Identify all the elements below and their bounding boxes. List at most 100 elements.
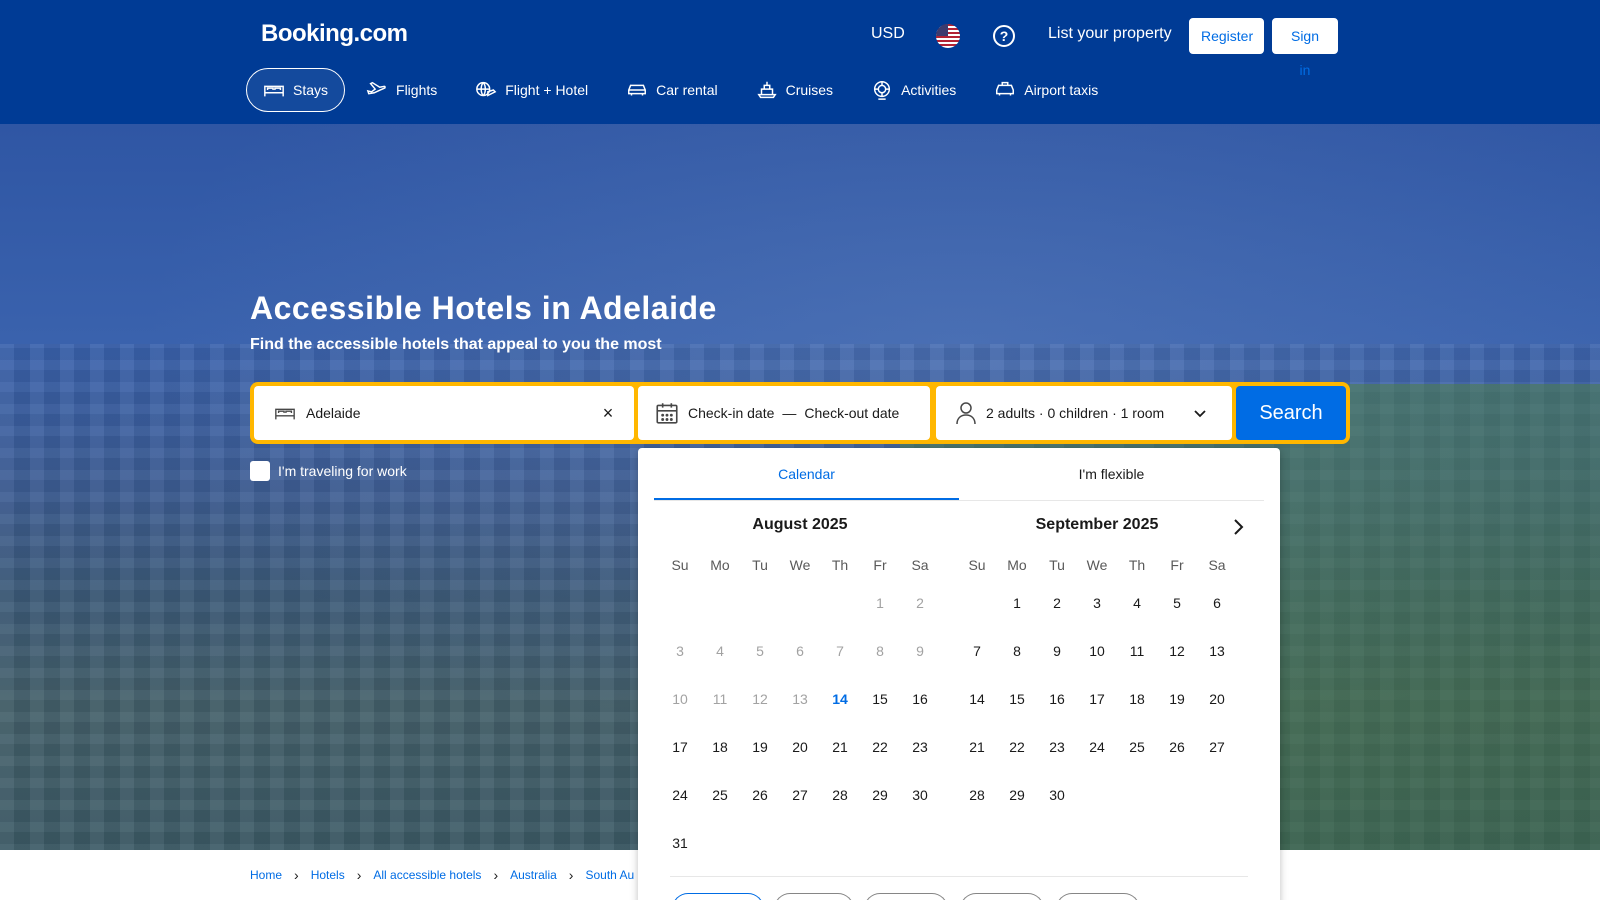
calendar-day[interactable]: 23: [1037, 723, 1077, 771]
calendar-day[interactable]: 31: [660, 819, 700, 867]
calendar-day[interactable]: 3: [1077, 579, 1117, 627]
weekday-label: Mo: [710, 557, 730, 573]
list-property-link[interactable]: List your property: [1048, 25, 1172, 43]
calendar-day[interactable]: 22: [997, 723, 1037, 771]
calendar-day[interactable]: 6: [1197, 579, 1237, 627]
calendar-day[interactable]: 16: [900, 675, 940, 723]
date-picker-popup: Calendar I'm flexible August 2025 Su Mo Tu…: [638, 448, 1280, 900]
work-travel-checkbox[interactable]: [250, 461, 270, 481]
calendar-day[interactable]: 12: [1157, 627, 1197, 675]
breadcrumb: Home › Hotels › All accessible hotels › …: [250, 867, 634, 883]
calendar-day[interactable]: 2: [1037, 579, 1077, 627]
breadcrumb-south-australia[interactable]: South Au: [585, 868, 634, 882]
dates-field[interactable]: Check-in date — Check-out date: [638, 386, 930, 440]
weekday-label: Th: [1128, 557, 1146, 573]
tab-calendar[interactable]: Calendar: [654, 448, 959, 500]
calendar-day[interactable]: 13: [1197, 627, 1237, 675]
attraction-icon: [873, 81, 891, 100]
clear-destination-icon[interactable]: ×: [598, 403, 618, 423]
calendar-day[interactable]: 24: [660, 771, 700, 819]
calendar-day[interactable]: 18: [700, 723, 740, 771]
calendar-day[interactable]: 9: [1037, 627, 1077, 675]
calendar-day[interactable]: 29: [997, 771, 1037, 819]
nav-cruises[interactable]: Cruises: [739, 68, 850, 112]
chevron-down-icon[interactable]: [1192, 405, 1208, 421]
calendar-day[interactable]: 18: [1117, 675, 1157, 723]
date-flex-chip[interactable]: [774, 893, 854, 900]
calendar-day[interactable]: 19: [740, 723, 780, 771]
sign-in-button[interactable]: Sign in: [1272, 18, 1338, 78]
next-month-icon[interactable]: [1226, 515, 1250, 539]
destination-field[interactable]: Adelaide ×: [254, 386, 634, 440]
calendar-day[interactable]: 27: [1197, 723, 1237, 771]
us-flag-icon[interactable]: [936, 24, 960, 48]
ship-icon: [756, 81, 777, 99]
tab-flexible[interactable]: I'm flexible: [959, 448, 1264, 500]
calendar-day[interactable]: 26: [1157, 723, 1197, 771]
destination-input[interactable]: Adelaide: [306, 405, 361, 421]
calendar-day[interactable]: 1: [997, 579, 1037, 627]
calendar-day[interactable]: 26: [740, 771, 780, 819]
calendar-day[interactable]: 16: [1037, 675, 1077, 723]
guests-field[interactable]: 2 adults · 0 children · 1 room: [936, 386, 1232, 440]
search-button[interactable]: Search: [1236, 386, 1346, 440]
calendar-day[interactable]: 5: [1157, 579, 1197, 627]
calendar-day[interactable]: 17: [660, 723, 700, 771]
breadcrumb-accessible-hotels[interactable]: All accessible hotels: [373, 868, 481, 882]
calendar-day[interactable]: 4: [1117, 579, 1157, 627]
nav-car-rental[interactable]: Car rental: [609, 68, 734, 112]
nav-stays[interactable]: Stays: [246, 68, 346, 112]
booking-logo[interactable]: Booking.com: [261, 20, 408, 48]
checkout-date[interactable]: Check-out date: [804, 405, 899, 421]
calendar-day[interactable]: 28: [820, 771, 860, 819]
calendar-day[interactable]: 25: [700, 771, 740, 819]
currency-selector[interactable]: USD: [871, 25, 905, 43]
month-title: September 2025: [1035, 516, 1159, 533]
register-button[interactable]: Register: [1189, 18, 1264, 54]
checkin-date[interactable]: Check-in date: [688, 405, 774, 421]
empty-day-cell: [780, 579, 820, 627]
nav-airport-taxis[interactable]: Airport taxis: [977, 68, 1115, 112]
work-travel-option[interactable]: I'm traveling for work: [250, 461, 407, 481]
calendar-day[interactable]: 22: [860, 723, 900, 771]
calendar-day[interactable]: 10: [1077, 627, 1117, 675]
nav-activities[interactable]: Activities: [854, 68, 973, 112]
nav-flight-hotel[interactable]: Flight + Hotel: [458, 68, 605, 112]
calendar-day[interactable]: 28: [957, 771, 997, 819]
date-flex-chip[interactable]: [1056, 893, 1140, 900]
chevron-right-icon: ›: [356, 867, 362, 883]
nav-flights[interactable]: Flights: [349, 68, 454, 112]
calendar-day[interactable]: 7: [957, 627, 997, 675]
calendar-day[interactable]: 20: [780, 723, 820, 771]
date-flex-chip[interactable]: [960, 893, 1044, 900]
date-picker-tabs: Calendar I'm flexible: [654, 448, 1264, 501]
date-flex-chip[interactable]: [864, 893, 948, 900]
calendar-day[interactable]: 14: [820, 675, 860, 723]
calendar-day[interactable]: 8: [997, 627, 1037, 675]
calendar-day[interactable]: 23: [900, 723, 940, 771]
calendar-day[interactable]: 30: [900, 771, 940, 819]
calendar-day[interactable]: 29: [860, 771, 900, 819]
calendar-day[interactable]: 21: [820, 723, 860, 771]
calendar-day[interactable]: 15: [860, 675, 900, 723]
calendar-day: 1: [876, 595, 884, 611]
breadcrumb-hotels[interactable]: Hotels: [311, 868, 345, 882]
calendar-day[interactable]: 14: [957, 675, 997, 723]
calendar-day[interactable]: 17: [1077, 675, 1117, 723]
calendar-day[interactable]: 24: [1077, 723, 1117, 771]
calendar-day[interactable]: 15: [997, 675, 1037, 723]
calendar-day[interactable]: 19: [1157, 675, 1197, 723]
breadcrumb-home[interactable]: Home: [250, 868, 282, 882]
breadcrumb-australia[interactable]: Australia: [510, 868, 557, 882]
calendar-day[interactable]: 21: [957, 723, 997, 771]
help-icon[interactable]: ?: [993, 25, 1015, 47]
calendar-icon: [656, 403, 678, 424]
date-flex-chip[interactable]: [672, 893, 764, 900]
divider: [670, 876, 1248, 877]
calendar-day[interactable]: 27: [780, 771, 820, 819]
calendar-day[interactable]: 30: [1037, 771, 1077, 819]
calendar-day[interactable]: 20: [1197, 675, 1237, 723]
calendar-day[interactable]: 11: [1117, 627, 1157, 675]
calendar-day[interactable]: 25: [1117, 723, 1157, 771]
calendar-day: 6: [796, 643, 804, 659]
